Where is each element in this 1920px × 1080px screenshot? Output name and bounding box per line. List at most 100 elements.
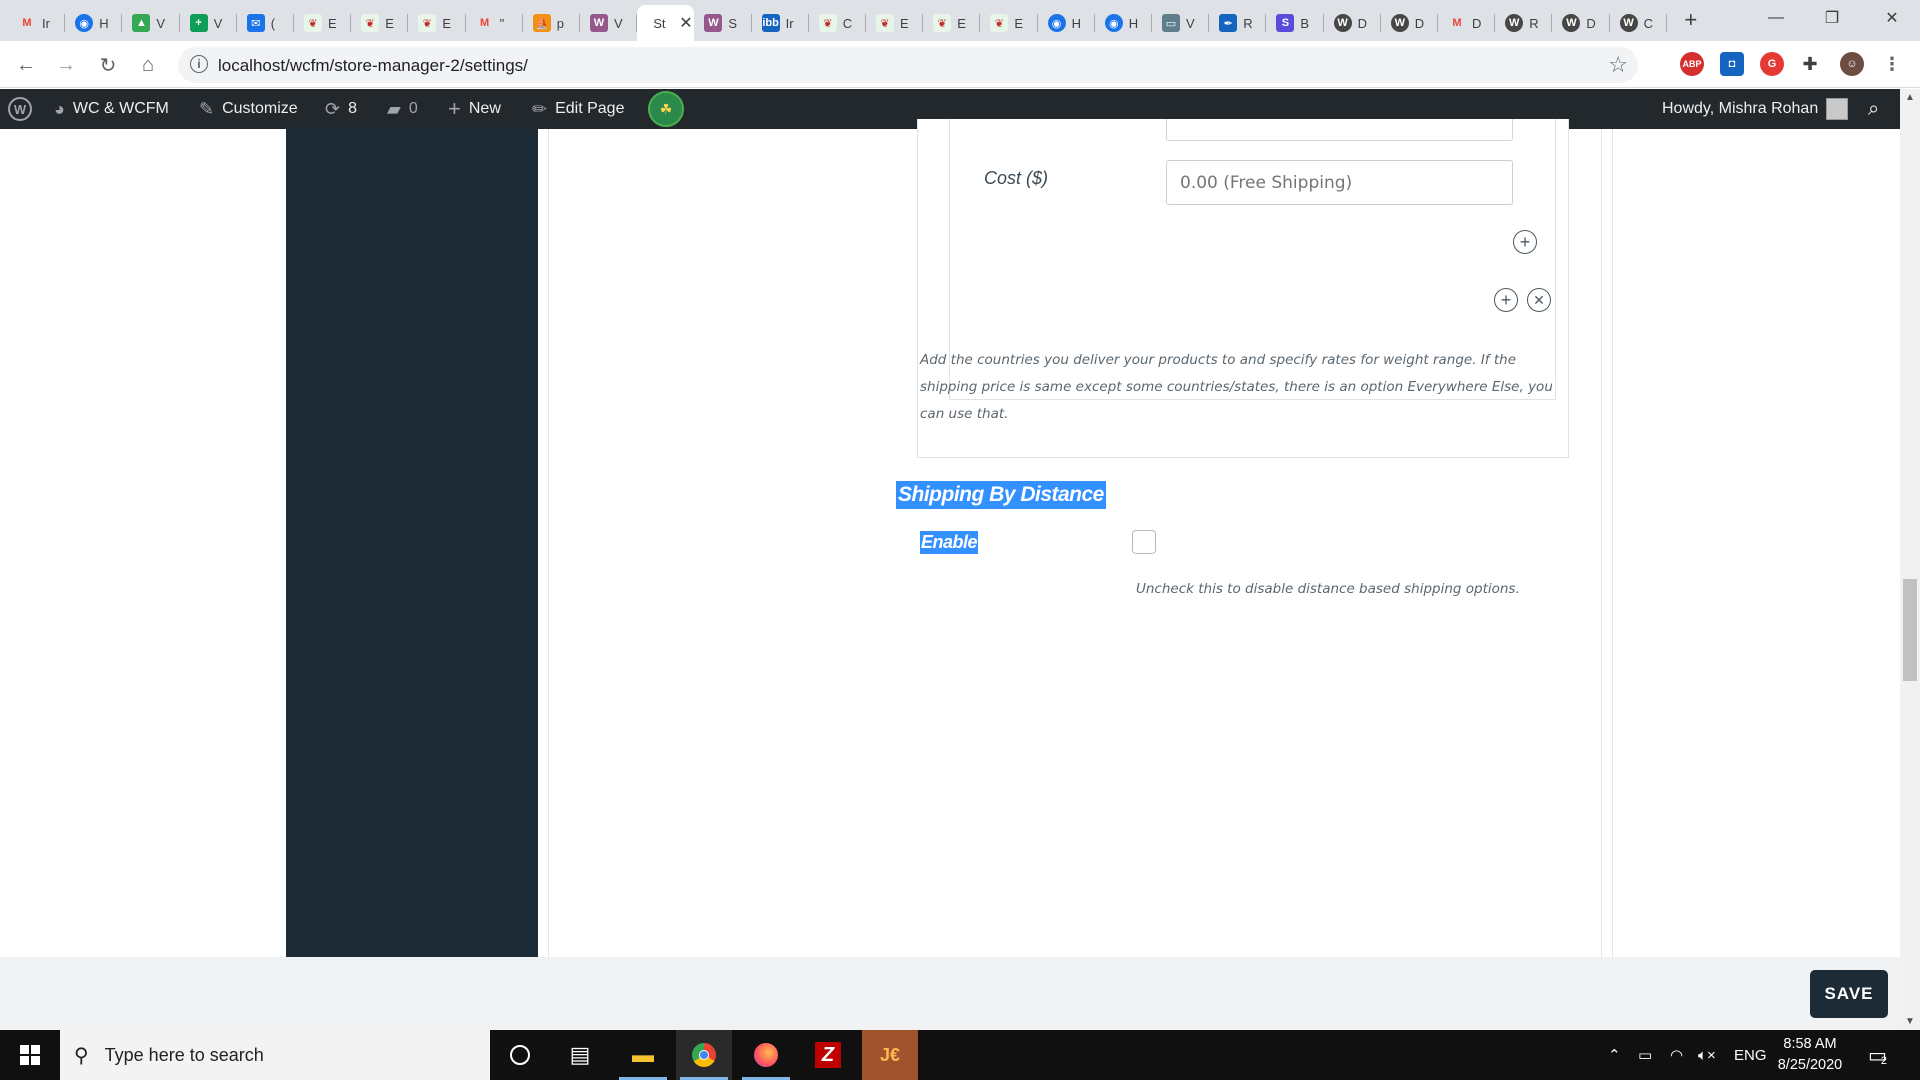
site-name: WC & WCFM [72, 100, 169, 117]
filezilla-icon[interactable]: Z [800, 1030, 856, 1080]
scroll-up-arrow-icon[interactable]: ▲ [1900, 89, 1920, 106]
wifi-icon[interactable]: ◠ [1670, 1030, 1683, 1080]
grammar-extension-icon[interactable]: G [1760, 52, 1784, 76]
browser-tab[interactable]: ✒ R [1209, 5, 1267, 41]
browser-tab[interactable]: WD [1324, 5, 1381, 41]
scroll-down-arrow-icon[interactable]: ▼ [1900, 1013, 1920, 1030]
customize-link[interactable]: ✎ Customize [199, 89, 298, 129]
browser-tab[interactable]: ❦ E [351, 5, 409, 41]
forward-arrow-icon[interactable]: → [50, 49, 82, 81]
browser-tab[interactable]: ❦ E [866, 5, 924, 41]
browser-tab[interactable]: ◉ H [1095, 5, 1152, 41]
cortana-icon[interactable] [492, 1030, 548, 1080]
browser-tab[interactable]: M " [466, 5, 523, 41]
save-button[interactable]: SAVE [1810, 970, 1888, 1018]
wcfm-store-avatar[interactable]: ☘ [648, 89, 684, 129]
cost-input[interactable] [1166, 160, 1513, 205]
browser-tab[interactable]: ❦ E [294, 5, 352, 41]
add-rate-icon[interactable]: + [1513, 230, 1537, 254]
site-info-icon[interactable]: i [190, 55, 208, 73]
panel-divider [1612, 129, 1613, 957]
save-footer: SAVE [0, 957, 1900, 1030]
wordpress-icon: W [1333, 14, 1352, 32]
woo-icon: W [590, 14, 608, 32]
pencil-icon: ✏ [532, 98, 548, 119]
new-tab-plus-icon[interactable]: + [1677, 6, 1705, 34]
enable-hint: Uncheck this to disable distance based s… [1136, 581, 1520, 597]
brush-icon: ✎ [199, 98, 215, 119]
admin-search-icon[interactable]: ⌕ [1868, 89, 1879, 129]
close-tab-icon[interactable]: ✕ [679, 13, 692, 33]
chrome-menu-icon[interactable]: ⋮ [1880, 52, 1904, 76]
wordpress-icon: W [1562, 14, 1581, 32]
browser-tab[interactable]: WV [580, 5, 638, 41]
browser-tab[interactable]: ibb Ir [752, 5, 809, 41]
gmail-icon: M [1452, 17, 1462, 29]
browser-tab[interactable]: MD [1438, 5, 1496, 41]
browser-tab[interactable]: WR [1495, 5, 1553, 41]
minimize-icon[interactable]: — [1748, 0, 1804, 36]
comments-link[interactable]: ▰ 0 [387, 89, 418, 129]
browser-tab[interactable]: ❦ E [408, 5, 466, 41]
home-icon[interactable]: ⌂ [132, 49, 164, 81]
browser-tab[interactable]: ▭ V [1152, 5, 1210, 41]
jetbrains-icon[interactable]: J€ [862, 1030, 918, 1080]
file-explorer-icon[interactable]: ▬ [615, 1030, 671, 1080]
browser-tab[interactable]: St ✕ [637, 5, 695, 41]
battery-icon[interactable]: ▭ [1638, 1030, 1652, 1080]
browser-tab[interactable]: ⛵ p [523, 5, 580, 41]
new-content-menu[interactable]: + New [448, 89, 501, 129]
enable-label: Enable [920, 531, 979, 554]
browser-tab[interactable]: ❦ C [809, 5, 866, 41]
profile-avatar-icon[interactable]: ☺ [1840, 52, 1864, 76]
back-arrow-icon[interactable]: ← [10, 49, 42, 81]
browser-tab[interactable]: WD [1381, 5, 1438, 41]
taskbar-search[interactable]: ⚲ Type here to search [60, 1030, 490, 1080]
restore-icon[interactable]: ❐ [1804, 0, 1860, 36]
chrome-icon[interactable] [676, 1030, 732, 1080]
add-country-icon[interactable]: + [1494, 288, 1518, 312]
tab-title: V [614, 15, 623, 31]
shipping-description: Add the countries you deliver your produ… [920, 352, 1553, 422]
browser-tab[interactable]: WC [1610, 5, 1667, 41]
globe-icon: ◉ [75, 14, 94, 32]
firefox-icon[interactable] [738, 1030, 794, 1080]
reload-icon[interactable]: ↻ [92, 49, 124, 81]
browser-tab[interactable]: M Ir [8, 5, 66, 41]
browser-tab[interactable]: WS [694, 5, 752, 41]
updates-link[interactable]: ⟳ 8 [325, 89, 357, 129]
task-view-icon[interactable]: ▤ [552, 1030, 608, 1080]
system-clock[interactable]: 8:58 AM 8/25/2020 [1760, 1034, 1860, 1076]
browser-tab[interactable]: + V [180, 5, 237, 41]
browser-tab[interactable]: SB [1266, 5, 1324, 41]
my-account-menu[interactable]: Howdy, Mishra Rohan [1662, 89, 1849, 129]
notification-center[interactable]: ▭ 2 [1868, 1030, 1887, 1080]
scroll-thumb[interactable] [1903, 579, 1917, 681]
tab-title: D [1586, 15, 1596, 31]
browser-tab[interactable]: ◉ H [1038, 5, 1095, 41]
browser-tab[interactable]: WD [1552, 5, 1610, 41]
page-scrollbar[interactable]: ▲ ▼ [1900, 89, 1920, 1030]
cost-label: Cost ($) [984, 168, 1049, 188]
volume-muted-icon[interactable]: 🔈︎× [1698, 1030, 1716, 1080]
browser-tab[interactable]: ▲ V [122, 5, 180, 41]
screenshot-extension-icon[interactable]: ◘ [1720, 52, 1744, 76]
site-name-menu[interactable]: ◕ WC & WCFM [54, 89, 169, 129]
tray-chevron-icon[interactable]: ⌃ [1608, 1030, 1621, 1080]
adblock-plus-icon[interactable]: ABP [1680, 52, 1704, 76]
browser-tab[interactable]: ❦ E [980, 5, 1038, 41]
extensions-puzzle-icon[interactable]: ✚ [1798, 52, 1822, 76]
close-window-icon[interactable]: ✕ [1864, 0, 1920, 36]
bookmark-star-icon[interactable]: ☆ [1608, 52, 1628, 78]
wordpress-logo-icon[interactable]: W [8, 89, 32, 129]
windows-start-icon[interactable] [0, 1030, 60, 1080]
address-bar[interactable]: i localhost/wcfm/store-manager-2/setting… [178, 47, 1638, 83]
url-text[interactable]: localhost/wcfm/store-manager-2/settings/ [218, 56, 528, 76]
browser-tab[interactable]: ❦ E [923, 5, 981, 41]
remove-country-icon[interactable]: ✕ [1527, 288, 1551, 312]
edit-page-link[interactable]: ✏ Edit Page [532, 89, 624, 129]
enable-distance-checkbox[interactable] [1132, 530, 1156, 554]
shipping-rule-field[interactable] [1166, 119, 1513, 141]
browser-tab[interactable]: ✉( [237, 5, 294, 41]
browser-tab[interactable]: ◉ H [65, 5, 123, 41]
